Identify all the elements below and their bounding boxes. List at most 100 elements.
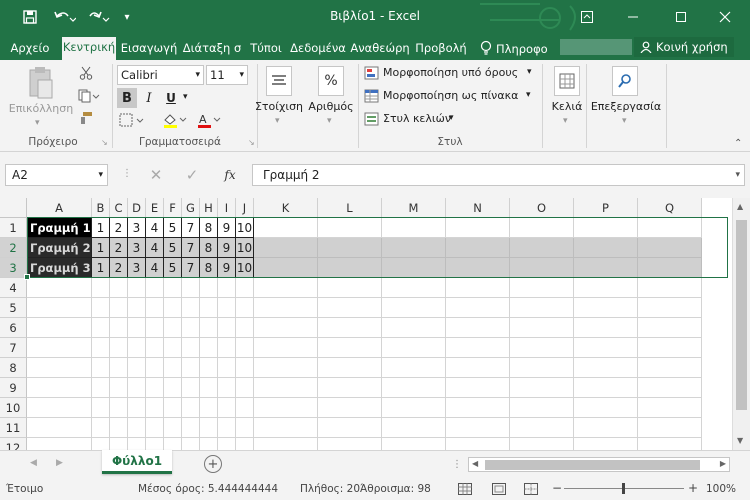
column-header-O[interactable]: O xyxy=(510,198,574,218)
cell-O1[interactable] xyxy=(510,218,574,238)
sheet-tab[interactable]: Φύλλο1 xyxy=(102,450,172,474)
column-header-N[interactable]: N xyxy=(446,198,510,218)
cell-E6[interactable] xyxy=(146,318,164,338)
cell-F9[interactable] xyxy=(164,378,182,398)
expand-formula-bar-icon[interactable]: ▾ xyxy=(735,165,740,185)
column-header-I[interactable]: I xyxy=(218,198,236,218)
cell-B3[interactable]: 1 xyxy=(92,258,110,278)
cell-B7[interactable] xyxy=(92,338,110,358)
cell-G7[interactable] xyxy=(182,338,200,358)
cell-J9[interactable] xyxy=(236,378,254,398)
font-name-select[interactable]: Calibri ▾ xyxy=(117,65,204,85)
cell-C6[interactable] xyxy=(110,318,128,338)
font-color-icon[interactable]: A xyxy=(194,110,224,130)
cell-A4[interactable] xyxy=(27,278,92,298)
cell-E7[interactable] xyxy=(146,338,164,358)
cell-P4[interactable] xyxy=(574,278,638,298)
cell-F11[interactable] xyxy=(164,418,182,438)
cell-A5[interactable] xyxy=(27,298,92,318)
scroll-up-icon[interactable]: ▲ xyxy=(737,202,743,211)
minimize-icon[interactable] xyxy=(620,7,646,27)
cell-H6[interactable] xyxy=(200,318,218,338)
cell-I10[interactable] xyxy=(218,398,236,418)
cell-Q8[interactable] xyxy=(638,358,702,378)
row-header-1[interactable]: 1 xyxy=(0,218,27,238)
cell-K9[interactable] xyxy=(254,378,318,398)
customize-qat-icon[interactable]: ▾ xyxy=(120,8,134,26)
cell-P9[interactable] xyxy=(574,378,638,398)
normal-view-icon[interactable] xyxy=(456,481,474,497)
cell-Q7[interactable] xyxy=(638,338,702,358)
cell-Q1[interactable] xyxy=(638,218,702,238)
previous-sheet-icon[interactable]: ◀ xyxy=(30,458,37,468)
cell-A7[interactable] xyxy=(27,338,92,358)
cell-H5[interactable] xyxy=(200,298,218,318)
cell-Q9[interactable] xyxy=(638,378,702,398)
cell-D5[interactable] xyxy=(128,298,146,318)
format-as-table-button[interactable]: Μορφοποίηση ως πίνακα xyxy=(383,89,518,102)
cell-O3[interactable] xyxy=(510,258,574,278)
insert-function-button[interactable]: fx xyxy=(216,164,244,186)
fill-handle[interactable] xyxy=(24,274,30,280)
cell-F3[interactable]: 5 xyxy=(164,258,182,278)
cell-B5[interactable] xyxy=(92,298,110,318)
select-all-corner[interactable] xyxy=(0,198,27,218)
cell-E10[interactable] xyxy=(146,398,164,418)
column-header-H[interactable]: H xyxy=(200,198,218,218)
horizontal-scrollbar[interactable]: ◀ ▶ xyxy=(468,457,730,472)
cell-E5[interactable] xyxy=(146,298,164,318)
cell-D10[interactable] xyxy=(128,398,146,418)
cell-D9[interactable] xyxy=(128,378,146,398)
name-box[interactable]: A2 ▾ xyxy=(5,164,108,186)
percent-icon[interactable]: % xyxy=(318,66,344,96)
redo-icon[interactable] xyxy=(86,7,112,27)
cell-A3[interactable]: Γραμμή 3 xyxy=(27,258,92,278)
cell-J11[interactable] xyxy=(236,418,254,438)
cell-I9[interactable] xyxy=(218,378,236,398)
cell-N7[interactable] xyxy=(446,338,510,358)
cell-N8[interactable] xyxy=(446,358,510,378)
cell-L9[interactable] xyxy=(318,378,382,398)
cell-L10[interactable] xyxy=(318,398,382,418)
tab-split-handle-icon[interactable]: ⋮ xyxy=(452,459,462,470)
cell-O8[interactable] xyxy=(510,358,574,378)
cell-B1[interactable]: 1 xyxy=(92,218,110,238)
column-header-J[interactable]: J xyxy=(236,198,254,218)
cell-A2[interactable]: Γραμμή 2 xyxy=(27,238,92,258)
italic-button[interactable]: I xyxy=(140,88,158,108)
underline-button[interactable]: U xyxy=(162,88,180,108)
clipboard-launcher-icon[interactable]: ↘ xyxy=(101,138,108,147)
column-header-M[interactable]: M xyxy=(382,198,446,218)
cell-I8[interactable] xyxy=(218,358,236,378)
cell-P1[interactable] xyxy=(574,218,638,238)
cell-K7[interactable] xyxy=(254,338,318,358)
cell-O11[interactable] xyxy=(510,418,574,438)
cell-C1[interactable]: 2 xyxy=(110,218,128,238)
cell-O7[interactable] xyxy=(510,338,574,358)
cell-N2[interactable] xyxy=(446,238,510,258)
cell-O2[interactable] xyxy=(510,238,574,258)
cell-A9[interactable] xyxy=(27,378,92,398)
tab-insert[interactable]: Εισαγωγή xyxy=(120,38,178,60)
tab-data[interactable]: Δεδομένα xyxy=(289,38,347,60)
cell-B4[interactable] xyxy=(92,278,110,298)
cell-G5[interactable] xyxy=(182,298,200,318)
row-header-10[interactable]: 10 xyxy=(0,398,27,418)
cell-N1[interactable] xyxy=(446,218,510,238)
paste-dropdown-icon[interactable]: ▾ xyxy=(35,118,40,128)
cell-Q10[interactable] xyxy=(638,398,702,418)
cell-G4[interactable] xyxy=(182,278,200,298)
cell-K3[interactable] xyxy=(254,258,318,278)
cell-O9[interactable] xyxy=(510,378,574,398)
copy-icon[interactable] xyxy=(76,87,102,105)
cell-L7[interactable] xyxy=(318,338,382,358)
alignment-icon[interactable] xyxy=(266,66,292,96)
cell-F7[interactable] xyxy=(164,338,182,358)
cell-C11[interactable] xyxy=(110,418,128,438)
column-header-Q[interactable]: Q xyxy=(638,198,702,218)
cell-H1[interactable]: 8 xyxy=(200,218,218,238)
cell-I1[interactable]: 9 xyxy=(218,218,236,238)
row-header-6[interactable]: 6 xyxy=(0,318,27,338)
cell-K11[interactable] xyxy=(254,418,318,438)
cell-A11[interactable] xyxy=(27,418,92,438)
